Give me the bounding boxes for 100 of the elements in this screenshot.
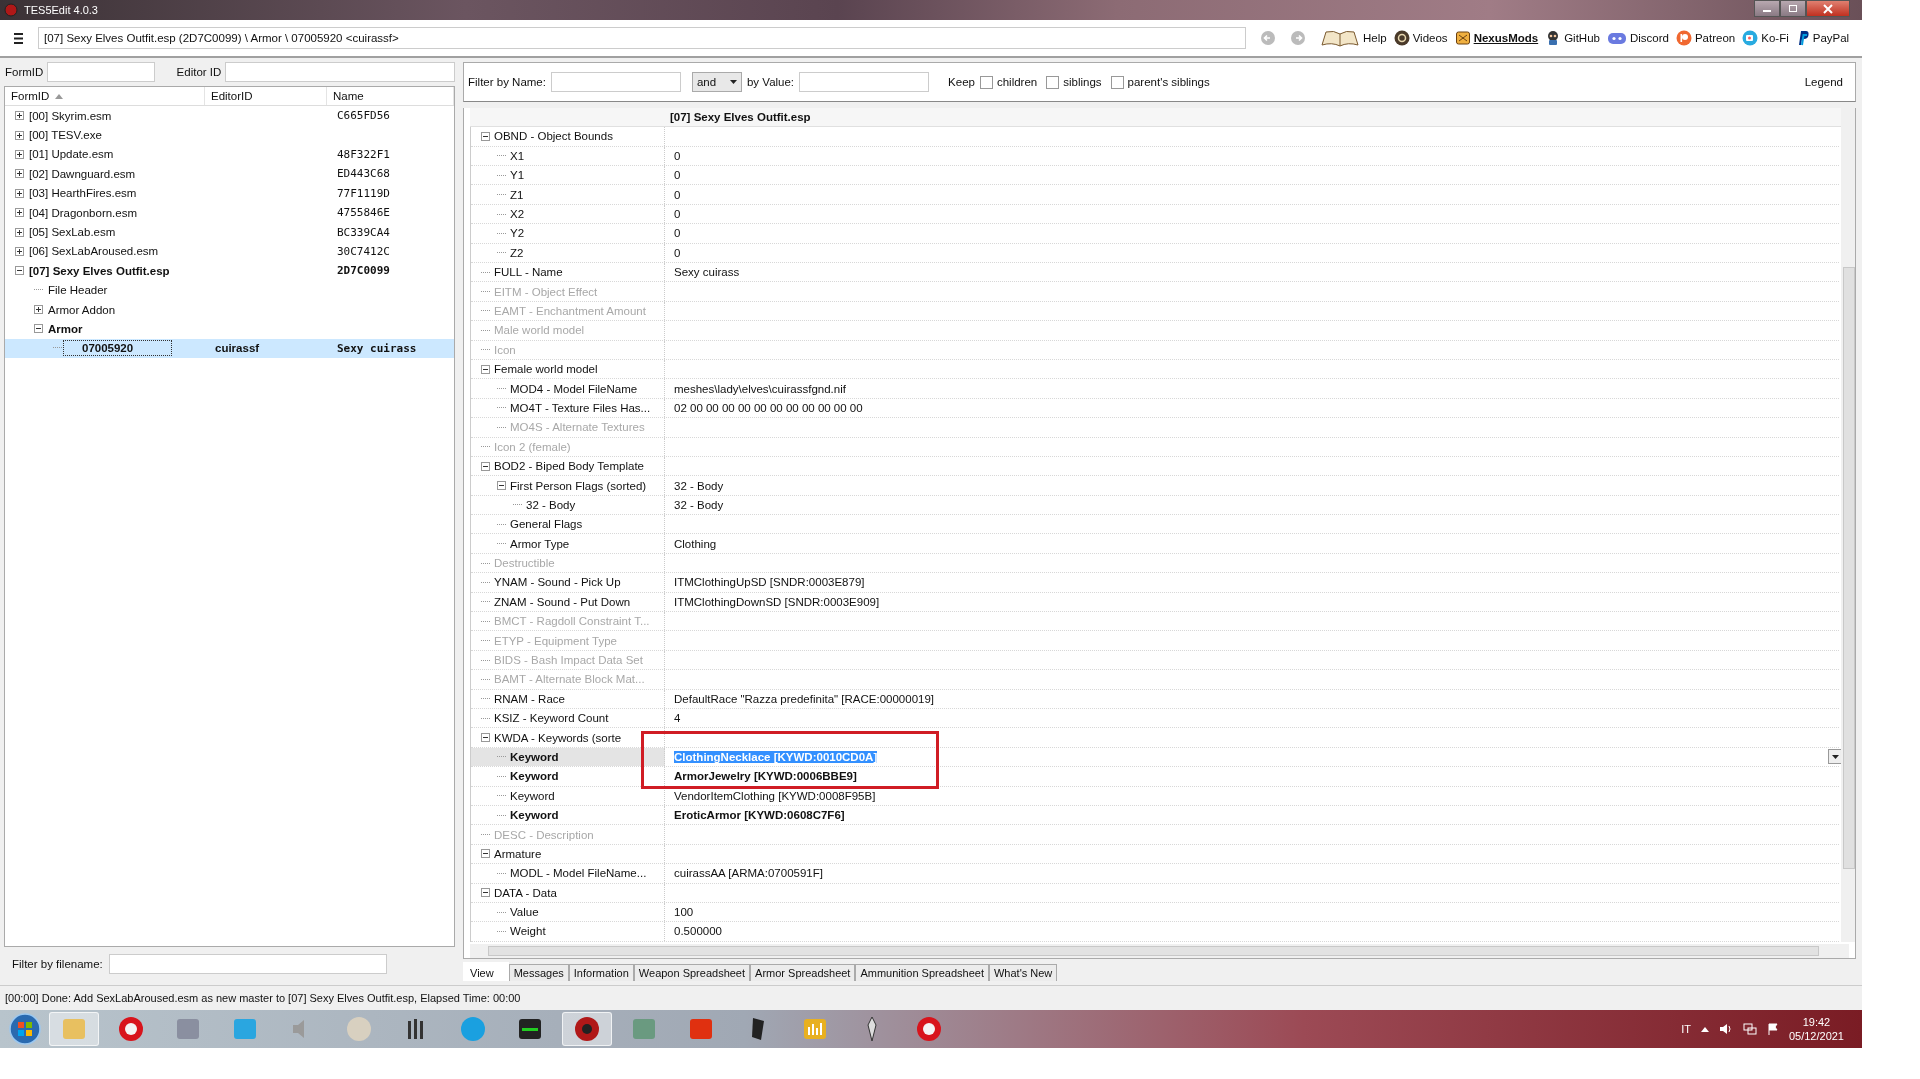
field-label-cell[interactable]: Armor Type (471, 534, 665, 553)
collapse-icon[interactable] (497, 481, 506, 490)
tree-row[interactable]: 07005920 cuirassf Sexy cuirass (5, 338, 454, 359)
tree-row[interactable]: [00] Skyrim.esm C665FD56 (5, 106, 454, 126)
tree-row[interactable]: [07] Sexy Elves Outfit.esp 2D7C0099 (5, 261, 454, 281)
expand-icon[interactable] (15, 227, 24, 237)
start-button[interactable] (8, 1012, 42, 1046)
expand-icon[interactable] (15, 188, 24, 198)
field-label-cell[interactable]: DATA - Data (471, 883, 665, 902)
keep-checkbox[interactable]: children (979, 75, 1038, 89)
caret-up-icon[interactable] (1700, 1026, 1709, 1032)
collapse-icon[interactable] (34, 324, 43, 334)
tree-row[interactable]: Armor (5, 319, 454, 339)
field-label-cell[interactable]: Weight (471, 922, 665, 941)
vertical-scrollbar[interactable] (1841, 107, 1855, 943)
tree-row[interactable]: [02] Dawnguard.esm ED443C68 (5, 164, 454, 184)
field-label-cell[interactable]: OBND - Object Bounds (471, 127, 665, 146)
field-label-cell[interactable]: First Person Flags (sorted) (471, 476, 665, 495)
filter-field[interactable] (225, 62, 455, 82)
flag-icon[interactable] (1766, 1023, 1779, 1035)
collapse-icon[interactable] (481, 131, 490, 141)
collapse-icon[interactable] (481, 364, 490, 374)
tree-row[interactable]: [03] HearthFires.esm 77F1119D (5, 183, 454, 203)
field-label-cell[interactable]: X1 (471, 146, 665, 166)
tab[interactable]: Information (568, 964, 634, 981)
maximize-button[interactable] (1780, 0, 1806, 17)
collapse-icon[interactable] (481, 849, 490, 859)
field-label-cell[interactable]: Z2 (471, 243, 665, 262)
tree-row[interactable]: [05] SexLab.esm BC339CA4 (5, 222, 454, 242)
tree-row[interactable]: [00] TESV.exe (5, 125, 454, 145)
field-label-cell[interactable]: General Flags (471, 515, 665, 534)
toolbar-link[interactable]: Ko-Fi (1742, 30, 1789, 46)
keep-checkbox[interactable]: parent's siblings (1110, 75, 1210, 89)
field-label-cell[interactable]: Z1 (471, 185, 665, 204)
column-header[interactable]: Name (327, 87, 454, 105)
name-filter-field[interactable] (550, 72, 681, 92)
toolbar-link[interactable]: Discord (1606, 30, 1669, 46)
field-label-cell[interactable]: FULL - Name (471, 263, 665, 282)
toolbar-link[interactable]: GitHub (1545, 30, 1600, 46)
expand-icon[interactable] (15, 149, 24, 159)
toolbar-link[interactable]: PayPal (1795, 30, 1850, 46)
field-label-cell[interactable]: KWDA - Keywords (sorte (471, 728, 665, 747)
tab[interactable]: Weapon Spreadsheet (633, 964, 751, 981)
toolbar-link[interactable]: NexusMods (1454, 30, 1539, 46)
field-label-cell[interactable]: 32 - Body (471, 495, 665, 515)
field-label-cell[interactable]: Value (471, 902, 665, 922)
expand-icon[interactable] (15, 169, 24, 179)
field-label-cell[interactable]: MODL - Model FileName... (471, 864, 665, 883)
legend-link[interactable]: Legend (1804, 76, 1843, 88)
collapse-icon[interactable] (481, 733, 490, 743)
tab[interactable]: Messages (508, 964, 569, 981)
close-button[interactable] (1806, 0, 1850, 17)
expand-icon[interactable] (15, 208, 24, 218)
operator-dropdown[interactable]: and (691, 72, 742, 92)
clock[interactable]: 19:42 05/12/2021 (1788, 1015, 1844, 1043)
column-header[interactable]: EditorID (205, 87, 327, 105)
tree-row[interactable]: [06] SexLabAroused.esm 30C7412C (5, 241, 454, 262)
collapse-icon[interactable] (481, 461, 490, 471)
network-icon[interactable] (1742, 1023, 1757, 1035)
tab[interactable]: Armor Spreadsheet (750, 964, 856, 981)
expand-icon[interactable] (34, 305, 43, 315)
collapse-icon[interactable] (15, 266, 24, 276)
keep-checkbox[interactable]: siblings (1046, 75, 1102, 89)
tree-row[interactable]: [04] Dragonborn.esm 4755846E (5, 202, 454, 223)
tree-row[interactable]: [01] Update.esm 48F322F1 (5, 144, 454, 165)
field-label-cell[interactable]: Y1 (471, 166, 665, 185)
speaker-icon[interactable] (1718, 1023, 1733, 1035)
expand-icon[interactable] (15, 246, 24, 256)
field-label-cell[interactable]: Armature (471, 844, 665, 864)
menu-icon[interactable] (14, 32, 24, 44)
field-label-cell[interactable]: Keyword (471, 805, 665, 825)
tab[interactable]: View (463, 962, 509, 981)
value-filter-field[interactable] (799, 72, 930, 92)
taskbar-button[interactable] (562, 1012, 612, 1046)
expand-icon[interactable] (15, 130, 24, 140)
tree-row[interactable]: File Header (5, 280, 454, 300)
field-label-cell[interactable]: Keyword (471, 767, 665, 786)
field-label-cell[interactable]: BOD2 - Biped Body Template (471, 456, 665, 476)
path-field[interactable]: [07] Sexy Elves Outfit.esp (2D7C0099) \ Armor \ 07005920 <cuirassf> (38, 27, 1246, 49)
field-label-cell[interactable]: YNAM - Sound - Pick Up (471, 573, 665, 592)
field-label-cell[interactable]: RNAM - Race (471, 689, 665, 708)
filter-field[interactable] (47, 62, 155, 82)
field-label-cell[interactable]: Female world model (471, 359, 665, 379)
horizontal-scrollbar[interactable] (470, 944, 1849, 958)
toolbar-link[interactable]: Videos (1393, 30, 1448, 46)
field-label-cell[interactable]: Y2 (471, 224, 665, 243)
field-label-cell[interactable]: MOD4 - Model FileName (471, 379, 665, 398)
toolbar-link[interactable]: Help (1320, 29, 1387, 47)
toolbar-link[interactable]: Patreon (1675, 30, 1736, 46)
field-label-cell[interactable]: KSIZ - Keyword Count (471, 709, 665, 728)
tab[interactable]: Ammunition Spreadsheet (855, 964, 989, 981)
field-label-cell[interactable]: X2 (471, 204, 665, 224)
minimize-button[interactable] (1754, 0, 1780, 17)
field-label-cell[interactable]: Keyword (471, 747, 665, 767)
field-label-cell[interactable]: MO4T - Texture Files Has... (471, 398, 665, 418)
language-indicator[interactable]: IT (1681, 1023, 1691, 1035)
expand-icon[interactable] (15, 111, 24, 121)
filename-filter-field[interactable] (108, 954, 387, 974)
tree-row[interactable]: Armor Addon (5, 299, 454, 320)
tab[interactable]: What's New (988, 964, 1058, 981)
